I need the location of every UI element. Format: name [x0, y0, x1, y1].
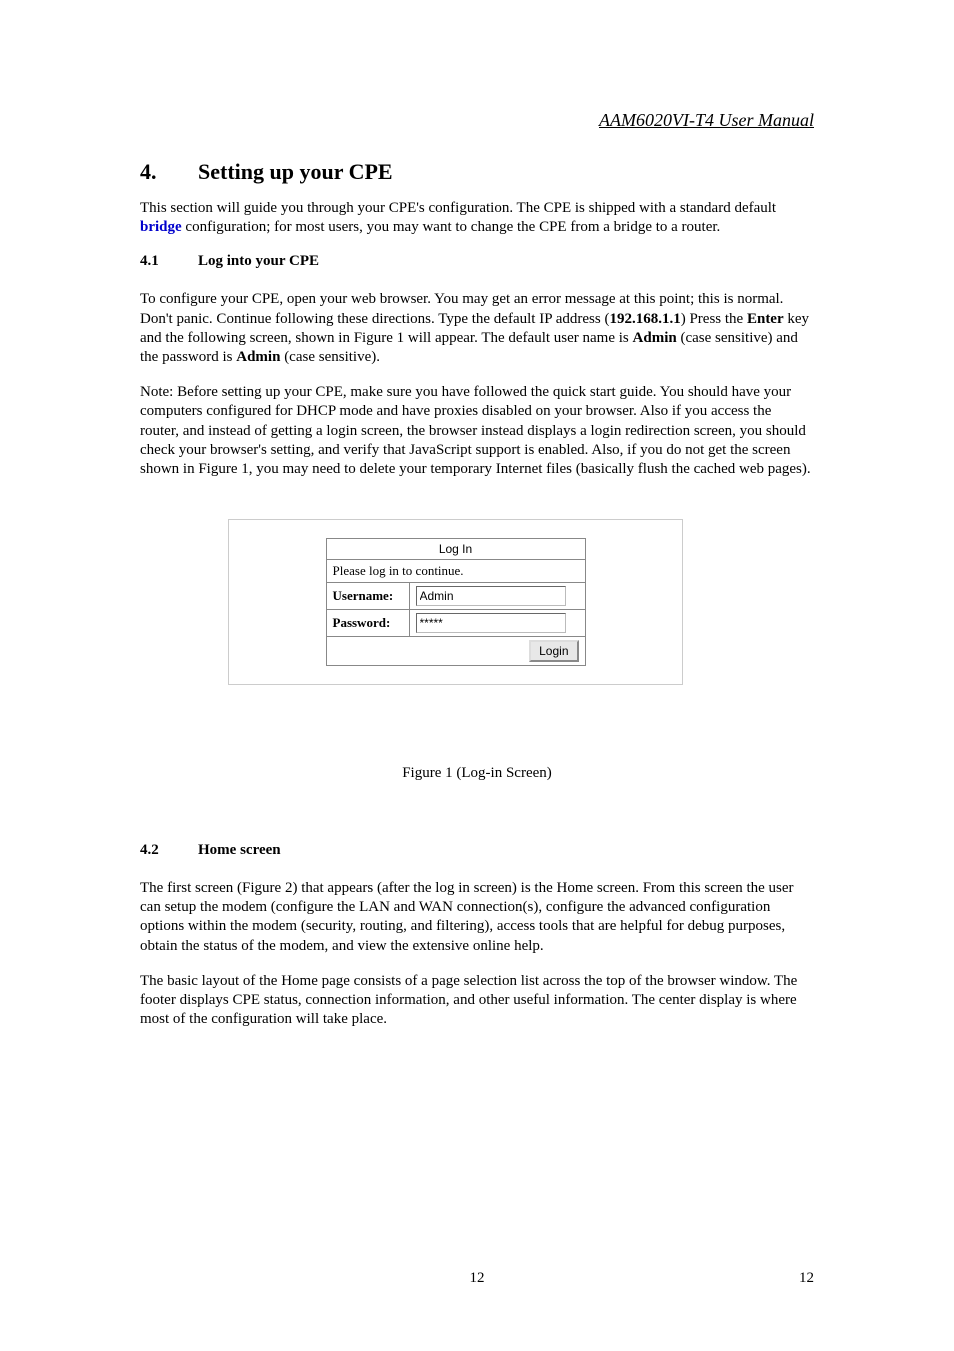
subsection-42-heading: 4.2Home screen [140, 842, 814, 859]
intro-text-1: This section will guide you through your… [140, 200, 776, 216]
p1-text-b: ) Press the [681, 311, 747, 327]
login-message: Please log in to continue. [326, 560, 585, 583]
section-title: Setting up your CPE [198, 159, 393, 184]
username-label: Username: [326, 583, 409, 610]
section-number: 4. [140, 159, 198, 185]
sub41-paragraph-2: Note: Before setting up your CPE, make s… [140, 383, 814, 479]
password-label: Password: [326, 610, 409, 637]
subsection-42-number: 4.2 [140, 842, 198, 859]
login-button[interactable]: Login [529, 640, 578, 662]
subsection-41-title: Log into your CPE [198, 253, 319, 269]
password-input[interactable] [416, 613, 566, 633]
username-input[interactable] [416, 586, 566, 606]
p1-enter: Enter [747, 311, 784, 327]
p1-admin2: Admin [236, 349, 280, 365]
subsection-41-heading: 4.1Log into your CPE [140, 253, 814, 270]
sub42-paragraph-1: The first screen (Figure 2) that appears… [140, 879, 814, 956]
page-number-right: 12 [799, 1270, 814, 1287]
intro-text-2: configuration; for most users, you may w… [182, 219, 721, 235]
doc-header-title: AAM6020VI-T4 User Manual [140, 110, 814, 131]
subsection-42-title: Home screen [198, 842, 281, 858]
p1-admin1: Admin [633, 330, 677, 346]
section-heading: 4.Setting up your CPE [140, 159, 814, 185]
sub41-paragraph-1: To configure your CPE, open your web bro… [140, 290, 814, 367]
section-intro: This section will guide you through your… [140, 199, 814, 237]
password-cell [409, 610, 585, 637]
sub42-paragraph-2: The basic layout of the Home page consis… [140, 972, 814, 1030]
intro-bridge-word: bridge [140, 219, 182, 235]
p1-ip: 192.168.1.1 [609, 311, 680, 327]
p1-text-e: (case sensitive). [280, 349, 380, 365]
figure-1-container: Log In Please log in to continue. Userna… [228, 519, 683, 685]
figure-1-caption: Figure 1 (Log-in Screen) [140, 765, 814, 782]
subsection-41-number: 4.1 [140, 253, 198, 270]
username-cell [409, 583, 585, 610]
login-box-title: Log In [326, 539, 585, 560]
login-box: Log In Please log in to continue. Userna… [326, 538, 586, 666]
